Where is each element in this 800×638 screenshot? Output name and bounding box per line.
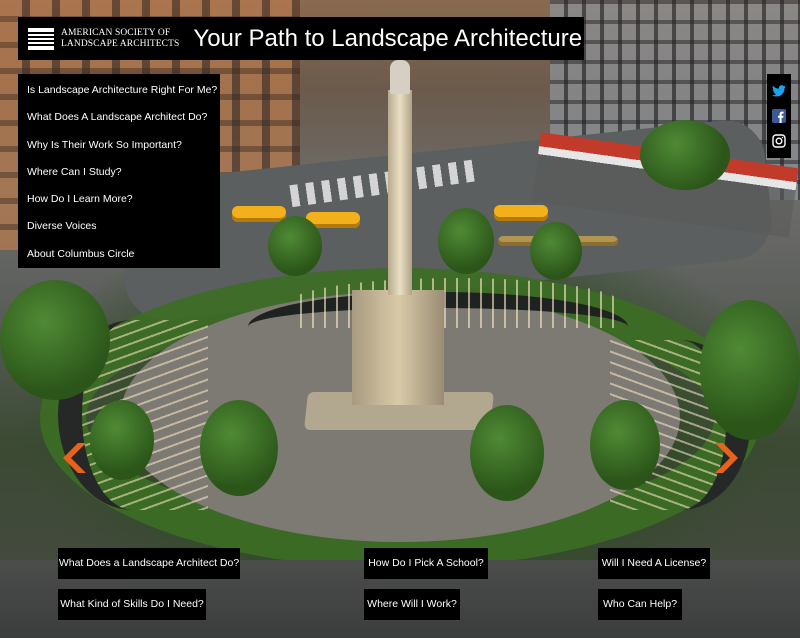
taxi [232, 206, 286, 222]
tree [470, 405, 544, 501]
nav-item-right-for-me[interactable]: Is Landscape Architecture Right For Me? [18, 77, 220, 104]
question-who-can-help-button[interactable]: Who Can Help? [598, 589, 682, 620]
question-skills-needed-button[interactable]: What Kind of Skills Do I Need? [58, 589, 206, 620]
tree [438, 208, 494, 274]
question-where-work-button[interactable]: Where Will I Work? [364, 589, 460, 620]
facebook-icon[interactable] [772, 108, 786, 123]
nav-item-about-columbus-circle[interactable]: About Columbus Circle [18, 241, 220, 268]
social-bar [767, 74, 791, 158]
tree [640, 120, 730, 190]
page-title: Your Path to Landscape Architecture [193, 24, 583, 52]
chevron-left-icon[interactable] [62, 443, 86, 473]
tree [200, 400, 278, 496]
logo-line-1: AMERICAN SOCIETY OF [61, 28, 171, 38]
monument-base [352, 290, 444, 405]
question-pick-school-button[interactable]: How Do I Pick A School? [364, 548, 488, 579]
tree [268, 216, 322, 276]
fountain-jets [290, 278, 620, 328]
tree [530, 222, 582, 280]
tree [0, 280, 110, 400]
asla-logo[interactable]: AMERICAN SOCIETY OF LANDSCAPE ARCHITECTS [18, 17, 179, 60]
site-header: AMERICAN SOCIETY OF LANDSCAPE ARCHITECTS… [18, 17, 584, 60]
nav-item-learn-more[interactable]: How Do I Learn More? [18, 186, 220, 213]
logo-line-2: LANDSCAPE ARCHITECTS [61, 38, 180, 49]
twitter-icon[interactable] [772, 84, 786, 98]
logo-text: AMERICAN SOCIETY OF LANDSCAPE ARCHITECTS [61, 28, 179, 49]
taxi [494, 205, 548, 221]
tree [90, 400, 154, 480]
instagram-icon[interactable] [772, 134, 786, 149]
nav-item-where-study[interactable]: Where Can I Study? [18, 159, 220, 186]
side-nav: Is Landscape Architecture Right For Me? … [18, 74, 220, 268]
nav-item-why-important[interactable]: Why Is Their Work So Important? [18, 132, 220, 159]
chevron-right-icon[interactable] [715, 443, 739, 473]
columbus-statue [390, 60, 410, 94]
question-what-does-architect-do-button[interactable]: What Does a Landscape Architect Do? [58, 548, 240, 579]
asla-logo-mark-icon [28, 27, 54, 50]
tree [590, 400, 660, 490]
nav-item-what-do[interactable]: What Does A Landscape Architect Do? [18, 104, 220, 131]
question-license-button[interactable]: Will I Need A License? [598, 548, 710, 579]
tree [700, 300, 800, 440]
monument-column [388, 90, 412, 295]
nav-item-diverse-voices[interactable]: Diverse Voices [18, 213, 220, 240]
